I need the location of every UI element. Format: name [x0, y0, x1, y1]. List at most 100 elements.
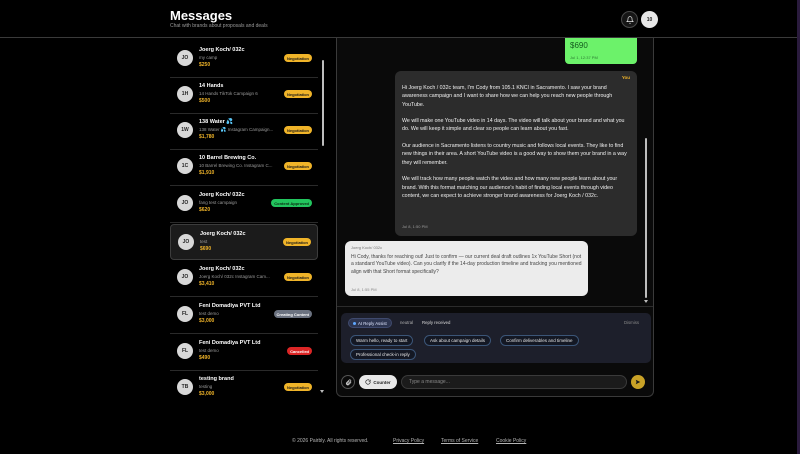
status-badge: Negotiation	[284, 383, 312, 391]
conversation-campaign: 14 Hands TikTok Campaign 6	[199, 91, 258, 96]
conversation-list-scrollbar[interactable]	[322, 60, 324, 146]
message-text: Hi Joerg Koch / 032c team, I'm Cody from…	[402, 85, 627, 199]
conversation-name: Feni Domadiya PVT Ltd	[199, 303, 261, 309]
chat-panel: $690 Jul 1, 12:37 PM You Hi Joerg Koch /…	[336, 38, 654, 397]
assist-tone: neutral	[400, 320, 414, 325]
conversation-item[interactable]: FL Feni Domadiya PVT Ltd test demo $3,00…	[170, 297, 318, 333]
conversation-name: Joerg Koch/ 032c	[199, 266, 245, 272]
chat-scrollbar[interactable]	[645, 138, 647, 298]
avatar: JO	[177, 269, 193, 285]
conversation-item-active[interactable]: JO Joerg Koch/ 032c test $690 Negotiatio…	[170, 224, 318, 260]
message-input[interactable]	[401, 375, 627, 389]
conversation-name: 138 Water 💦	[199, 119, 234, 125]
scroll-down-arrow-icon[interactable]	[320, 390, 324, 393]
assist-status: Reply received	[422, 320, 451, 325]
conversation-price: $1,780	[199, 134, 215, 140]
ai-assist-badge: AI Reply Assist	[348, 318, 392, 328]
send-button[interactable]	[631, 375, 645, 389]
conversation-price: $690	[200, 246, 212, 252]
scroll-down-arrow-icon[interactable]	[643, 300, 648, 303]
conversation-campaign: test	[200, 239, 208, 244]
conversation-name: Feni Domadiya PVT Ltd	[199, 340, 261, 346]
refresh-icon	[365, 379, 371, 385]
conversation-item[interactable]: 1W 138 Water 💦 138 Water 💦 Instagram Cam…	[170, 113, 318, 149]
message-timestamp: Jul 1, 12:37 PM	[570, 55, 598, 60]
avatar: TB	[177, 379, 193, 395]
avatar: 1H	[177, 86, 193, 102]
notifications-button[interactable]	[621, 11, 638, 28]
status-badge: Negotiation	[284, 90, 312, 98]
conversation-price: $250	[199, 62, 211, 68]
privacy-policy-link[interactable]: Privacy Policy	[393, 438, 424, 444]
conversation-item[interactable]: TB testing brand testing $3,000 Negotiat…	[170, 370, 318, 400]
avatar: JO	[177, 195, 193, 211]
conversation-item[interactable]: FL Feni Domadiya PVT Ltd test demo $490 …	[170, 334, 318, 370]
conversation-campaign: Joerg Koch/ 032c Instagram Cam...	[199, 274, 270, 279]
conversation-name: 10 Barrel Brewing Co.	[199, 155, 257, 161]
cookie-policy-link[interactable]: Cookie Policy	[496, 438, 526, 444]
avatar: JO	[177, 50, 193, 66]
status-badge: Cancelled	[287, 347, 312, 355]
bell-icon	[625, 15, 634, 24]
conversation-campaign: fang test campaign	[199, 200, 238, 205]
dismiss-button[interactable]: Dismiss	[624, 320, 639, 325]
avatar: 1W	[177, 122, 193, 138]
conversation-campaign: test demo	[199, 311, 219, 316]
outgoing-offer-bubble: $690 Jul 1, 12:37 PM	[565, 38, 637, 64]
conversation-item[interactable]: 1C 10 Barrel Brewing Co. 10 Barrel Brewi…	[170, 149, 318, 185]
conversation-item[interactable]: JO Joerg Koch/ 032c fang test campaign $…	[170, 186, 318, 222]
send-icon	[635, 379, 641, 385]
conversation-price: $620	[199, 207, 211, 213]
user-avatar-button[interactable]: 10	[641, 11, 658, 28]
conversation-price: $3,000	[199, 318, 215, 324]
divider	[337, 306, 653, 307]
conversation-price: $500	[199, 98, 211, 104]
status-badge: Negotiation	[283, 238, 311, 246]
status-badge: Content Approved	[271, 199, 312, 207]
attach-button[interactable]	[341, 375, 355, 389]
counter-offer-button[interactable]: Counter	[359, 375, 397, 389]
conversation-price: $490	[199, 355, 211, 361]
status-badge: Negotiation	[284, 162, 312, 170]
status-badge: Negotiation	[284, 54, 312, 62]
message-text: Hi Cody, thanks for reaching out! Just t…	[351, 254, 582, 275]
conversation-campaign: my camp	[199, 55, 218, 60]
conversation-campaign: 10 Barrel Brewing Co. Instagram C...	[199, 163, 273, 168]
message-timestamp: Jul 8, 1:50 PM	[402, 224, 428, 229]
conversation-item[interactable]: JO Joerg Koch/ 032c my camp $250 Negotia…	[170, 41, 318, 77]
conversation-campaign: testing	[199, 384, 213, 389]
conversation-item[interactable]: 1H 14 Hands 14 Hands TikTok Campaign 6 $…	[170, 77, 318, 113]
conversation-item[interactable]: JO Joerg Koch/ 032c Joerg Koch/ 032c Ins…	[170, 260, 318, 296]
suggestion-chip[interactable]: Warm hello, ready to start	[350, 335, 414, 346]
copyright-text: © 2026 Pairbly. All rights reserved.	[292, 438, 369, 444]
avatar: 1C	[177, 158, 193, 174]
counter-label: Counter	[373, 379, 391, 385]
status-badge: Negotiation	[284, 273, 312, 281]
avatar: FL	[177, 306, 193, 322]
suggestion-chip[interactable]: Ask about campaign details	[424, 335, 492, 346]
conversation-campaign: 138 Water 💦 Instagram Campaign...	[199, 127, 274, 132]
avatar: JO	[178, 234, 194, 250]
message-sender: You	[621, 75, 630, 80]
conversation-name: Joerg Koch/ 032c	[200, 231, 246, 237]
conversation-name: 14 Hands	[199, 83, 224, 89]
message-sender: Joerg Koch/ 032c	[351, 245, 383, 250]
outgoing-message-bubble: You Hi Joerg Koch / 032c team, I'm Cody …	[395, 71, 637, 236]
conversation-name: testing brand	[199, 376, 234, 382]
conversation-price: $3,000	[199, 391, 215, 397]
offer-amount: $690	[570, 41, 588, 50]
terms-link[interactable]: Terms of Service	[441, 438, 478, 444]
conversation-price: $1,910	[199, 170, 215, 176]
suggestion-chip[interactable]: Professional check-in reply	[350, 349, 416, 360]
suggestion-chip[interactable]: Confirm deliverables and timeline	[500, 335, 579, 346]
incoming-message-bubble: Joerg Koch/ 032c Hi Cody, thanks for rea…	[345, 241, 588, 296]
conversation-campaign: test demo	[199, 348, 219, 353]
ai-assist-label: AI Reply Assist	[358, 320, 387, 326]
conversation-price: $3,410	[199, 281, 215, 287]
status-badge: Negotiation	[284, 126, 312, 134]
ai-reply-assist-panel: AI Reply Assist neutral Reply received D…	[341, 313, 651, 363]
page-header: Messages Chat with brands about proposal…	[0, 0, 800, 38]
paperclip-icon	[345, 379, 351, 385]
conversation-name: Joerg Koch/ 032c	[199, 192, 245, 198]
conversation-name: Joerg Koch/ 032c	[199, 47, 245, 53]
